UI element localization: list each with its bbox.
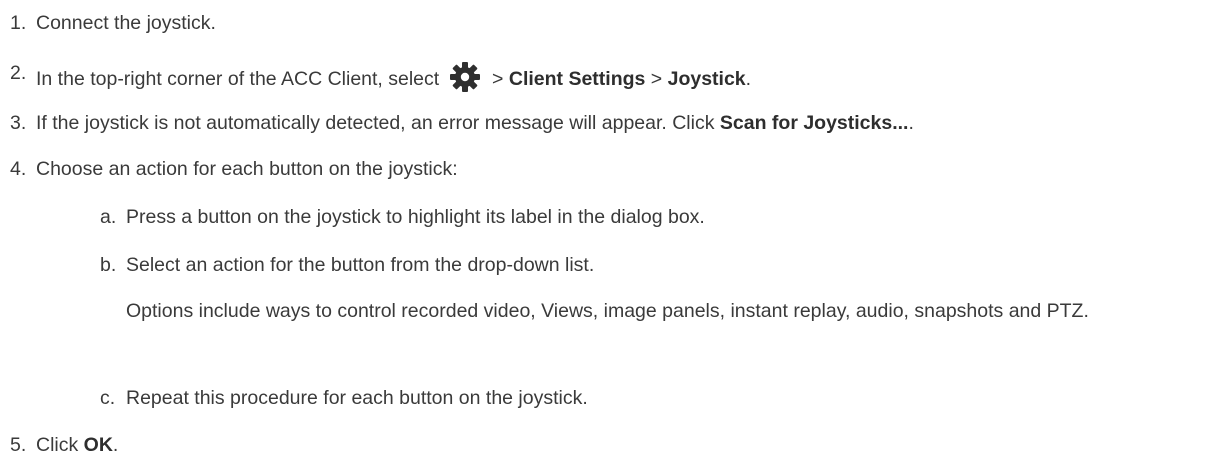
step-3-post: . [908, 112, 914, 134]
step-5-bold-ok: OK [83, 434, 113, 456]
step-2-sep2: > [645, 68, 668, 90]
substep-b-note: Options include ways to control recorded… [126, 300, 1089, 322]
step-2-bold-client-settings: Client Settings [508, 68, 646, 90]
step-2-sep1: > [486, 68, 509, 90]
step-4-number: 4. [10, 158, 27, 180]
step-1-number: 1. [10, 12, 27, 34]
step-5-post: . [112, 434, 119, 456]
step-2-post: . [745, 68, 752, 90]
substep-c-text: Repeat this procedure for each button on… [126, 387, 588, 409]
gear-icon [449, 61, 481, 93]
step-5-line: Click OK. [36, 433, 118, 457]
step-3-number: 3. [10, 112, 27, 134]
substep-c-letter: c. [100, 387, 116, 409]
step-4-text: Choose an action for each button on the … [36, 158, 458, 180]
step-5-text-pre: Click [36, 434, 84, 456]
step-2-text-pre: In the top-right corner of the ACC Clien… [36, 68, 440, 90]
step-5-number: 5. [10, 434, 27, 456]
procedure-document: 1. Connect the joystick. 2. In the top-r… [0, 0, 1230, 472]
step-3-text-pre: If the joystick is not automatically det… [36, 112, 720, 134]
step-1-text: Connect the joystick. [36, 12, 216, 34]
step-3-line: If the joystick is not automatically det… [36, 111, 914, 135]
step-2-line: In the top-right corner of the ACC Clien… [36, 61, 751, 93]
substep-a-text: Press a button on the joystick to highli… [126, 206, 705, 228]
substep-a-letter: a. [100, 206, 117, 228]
step-2-bold-joystick: Joystick [667, 68, 746, 90]
step-3-bold-scan: Scan for Joysticks... [719, 112, 909, 134]
substep-b-letter: b. [100, 254, 117, 276]
substep-b-text: Select an action for the button from the… [126, 254, 595, 276]
step-2-number: 2. [10, 62, 27, 84]
